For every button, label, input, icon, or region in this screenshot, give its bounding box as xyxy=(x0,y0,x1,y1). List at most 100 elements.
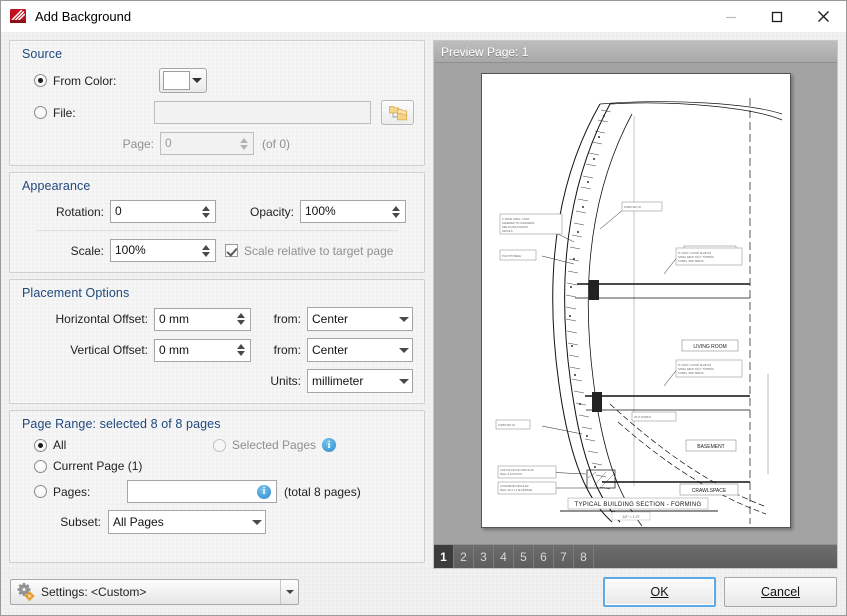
svg-text:DETAILS: DETAILS xyxy=(502,229,513,233)
svg-text:CONCRETE CIRCULAR: CONCRETE CIRCULAR xyxy=(500,484,529,488)
source-group-title: Source xyxy=(22,47,63,61)
svg-text:FORM SET #2: FORM SET #2 xyxy=(624,205,642,209)
chevron-down-icon xyxy=(395,347,412,353)
radio-from-file[interactable] xyxy=(34,106,47,119)
svg-text:STEEL DECK ON 2" TOPPING: STEEL DECK ON 2" TOPPING xyxy=(678,255,714,259)
info-icon[interactable]: i xyxy=(257,484,271,499)
vertical-offset-spinner[interactable] xyxy=(233,340,248,361)
placement-group-title: Placement Options xyxy=(22,286,130,300)
opacity-spinner[interactable] xyxy=(388,201,403,222)
vertical-offset-input[interactable]: 0 mm xyxy=(154,338,251,362)
cancel-button[interactable]: Cancel xyxy=(724,577,837,607)
page-range-group-title: Page Range: selected 8 of 8 pages xyxy=(22,417,221,431)
svg-text:COMPL. PER SPECS: COMPL. PER SPECS xyxy=(678,371,704,375)
scale-relative-checkbox[interactable] xyxy=(225,244,238,257)
preview-panel: Preview Page: 1 LIVING ROOM BASEMENT CRA… xyxy=(433,40,838,569)
svg-text:POLYSTYRENE: POLYSTYRENE xyxy=(502,254,521,258)
svg-text:FORM SET #1: FORM SET #1 xyxy=(498,423,516,427)
svg-text:STEEL DECK ON 2" TOPPING: STEEL DECK ON 2" TOPPING xyxy=(678,367,714,371)
page-spinner[interactable] xyxy=(236,133,251,154)
appearance-group-title: Appearance xyxy=(22,179,91,193)
opacity-input[interactable]: 100% xyxy=(300,200,406,223)
opacity-label: Opacity: xyxy=(249,204,294,219)
title-bar: Add Background xyxy=(1,1,846,32)
selected-pages-label: Selected Pages xyxy=(232,438,317,452)
page-tab-4[interactable]: 4 xyxy=(494,545,514,568)
vertical-from-select[interactable]: Center xyxy=(307,338,413,362)
svg-text:8" CONC. FLOOR SLAB ON: 8" CONC. FLOOR SLAB ON xyxy=(678,363,711,367)
svg-text:36'-0" RADIUS: 36'-0" RADIUS xyxy=(634,415,651,419)
page-tab-8[interactable]: 8 xyxy=(574,545,594,568)
info-icon[interactable]: i xyxy=(322,438,337,452)
svg-text:WALL W/ 2 x 6 SLAB BASE: WALL W/ 2 x 6 SLAB BASE xyxy=(500,488,532,492)
file-label: File: xyxy=(53,105,76,120)
vertical-from-label: from: xyxy=(273,343,301,357)
radio-pages[interactable] xyxy=(34,485,47,498)
page-number-input[interactable]: 0 xyxy=(160,132,254,155)
scale-spinner[interactable] xyxy=(198,240,213,261)
horizontal-from-label: from: xyxy=(273,312,301,326)
scale-input[interactable]: 100% xyxy=(110,239,216,262)
chevron-down-icon xyxy=(395,316,412,322)
folder-browse-icon[interactable] xyxy=(381,100,414,125)
pages-total-label: (total 8 pages) xyxy=(284,484,361,499)
page-tab-5[interactable]: 5 xyxy=(514,545,534,568)
room-label-living-room: LIVING ROOM xyxy=(693,344,726,350)
rotation-spinner[interactable] xyxy=(198,201,213,222)
subset-label: Subset: xyxy=(60,515,101,529)
preview-header: Preview Page: 1 xyxy=(434,41,837,63)
add-background-dialog: Add Background Source From Color: File: … xyxy=(0,0,847,616)
ok-button[interactable]: OK xyxy=(603,577,716,607)
svg-text:2" RIGID INSUL. CONT.: 2" RIGID INSUL. CONT. xyxy=(502,217,530,221)
rotation-input[interactable]: 0 xyxy=(110,200,216,223)
preview-page-tabs[interactable]: 1 2 3 4 5 6 7 8 xyxy=(434,544,837,568)
settings-preset-select[interactable]: Settings: <Custom> xyxy=(10,579,299,605)
radio-current-page[interactable] xyxy=(34,459,47,473)
preview-canvas[interactable]: BEDROOMS LIVING ROOM BASEMENT CRAWLSPACE xyxy=(434,63,837,544)
page-tab-2[interactable]: 2 xyxy=(454,545,474,568)
chevron-down-icon xyxy=(248,519,265,525)
color-swatch xyxy=(163,71,190,90)
settings-preset-label: Settings: <Custom> xyxy=(41,585,147,599)
window-title: Add Background xyxy=(35,8,132,24)
appearance-group: Appearance Rotation: 0 Opacity: 100% Sca… xyxy=(9,172,425,273)
units-label: Units: xyxy=(270,374,301,388)
svg-text:CAST-IN-PLACE CIRCULAR: CAST-IN-PLACE CIRCULAR xyxy=(500,468,534,472)
page-label: Page: xyxy=(122,136,154,151)
page-of-label: (of 0) xyxy=(262,136,291,151)
drawing-scale-note: 1/2" = 1'-0" xyxy=(622,515,640,519)
pages-label: Pages: xyxy=(53,484,91,499)
preview-column: Preview Page: 1 LIVING ROOM BASEMENT CRA… xyxy=(433,40,838,569)
horizontal-offset-label: Horizontal Offset: xyxy=(55,312,148,326)
horizontal-from-select[interactable]: Center xyxy=(307,307,413,331)
svg-text:WALL & FOOTING: WALL & FOOTING xyxy=(500,472,522,476)
preview-page-sheet: BEDROOMS LIVING ROOM BASEMENT CRAWLSPACE xyxy=(480,73,791,528)
pdf-xchange-icon xyxy=(9,7,27,25)
subset-select[interactable]: All Pages xyxy=(108,510,266,534)
pages-input[interactable]: i xyxy=(127,480,277,503)
building-section-drawing: BEDROOMS LIVING ROOM BASEMENT CRAWLSPACE xyxy=(495,98,782,527)
svg-text:COMPL. PER SPECS: COMPL. PER SPECS xyxy=(678,259,704,263)
room-label-basement: BASEMENT xyxy=(697,444,725,450)
page-tab-7[interactable]: 7 xyxy=(554,545,574,568)
svg-text:SEE PLANS FOR EXT.: SEE PLANS FOR EXT. xyxy=(502,225,529,229)
page-tab-6[interactable]: 6 xyxy=(534,545,554,568)
drawing-title-block: TYPICAL BUILDING SECTION - FORMING 1/2" … xyxy=(559,497,718,521)
minimize-icon[interactable] xyxy=(708,1,754,32)
placement-options-group: Placement Options Horizontal Offset: 0 m… xyxy=(9,279,425,404)
file-path-input[interactable] xyxy=(154,101,372,124)
radio-all-pages[interactable] xyxy=(34,438,47,452)
horizontal-offset-input[interactable]: 0 mm xyxy=(154,307,251,331)
maximize-icon[interactable] xyxy=(754,1,800,32)
close-icon[interactable] xyxy=(800,1,846,32)
chevron-down-icon[interactable] xyxy=(280,580,298,604)
rotation-label: Rotation: xyxy=(55,204,104,219)
page-tab-1[interactable]: 1 xyxy=(434,545,454,568)
dialog-body: Source From Color: File: Page: 0 (of 0) … xyxy=(1,32,846,569)
horizontal-offset-spinner[interactable] xyxy=(233,309,248,330)
color-picker-button[interactable] xyxy=(159,68,207,93)
units-select[interactable]: millimeter xyxy=(307,369,413,393)
radio-from-color[interactable] xyxy=(34,74,47,87)
page-tab-3[interactable]: 3 xyxy=(474,545,494,568)
radio-selected-pages[interactable] xyxy=(213,438,226,452)
